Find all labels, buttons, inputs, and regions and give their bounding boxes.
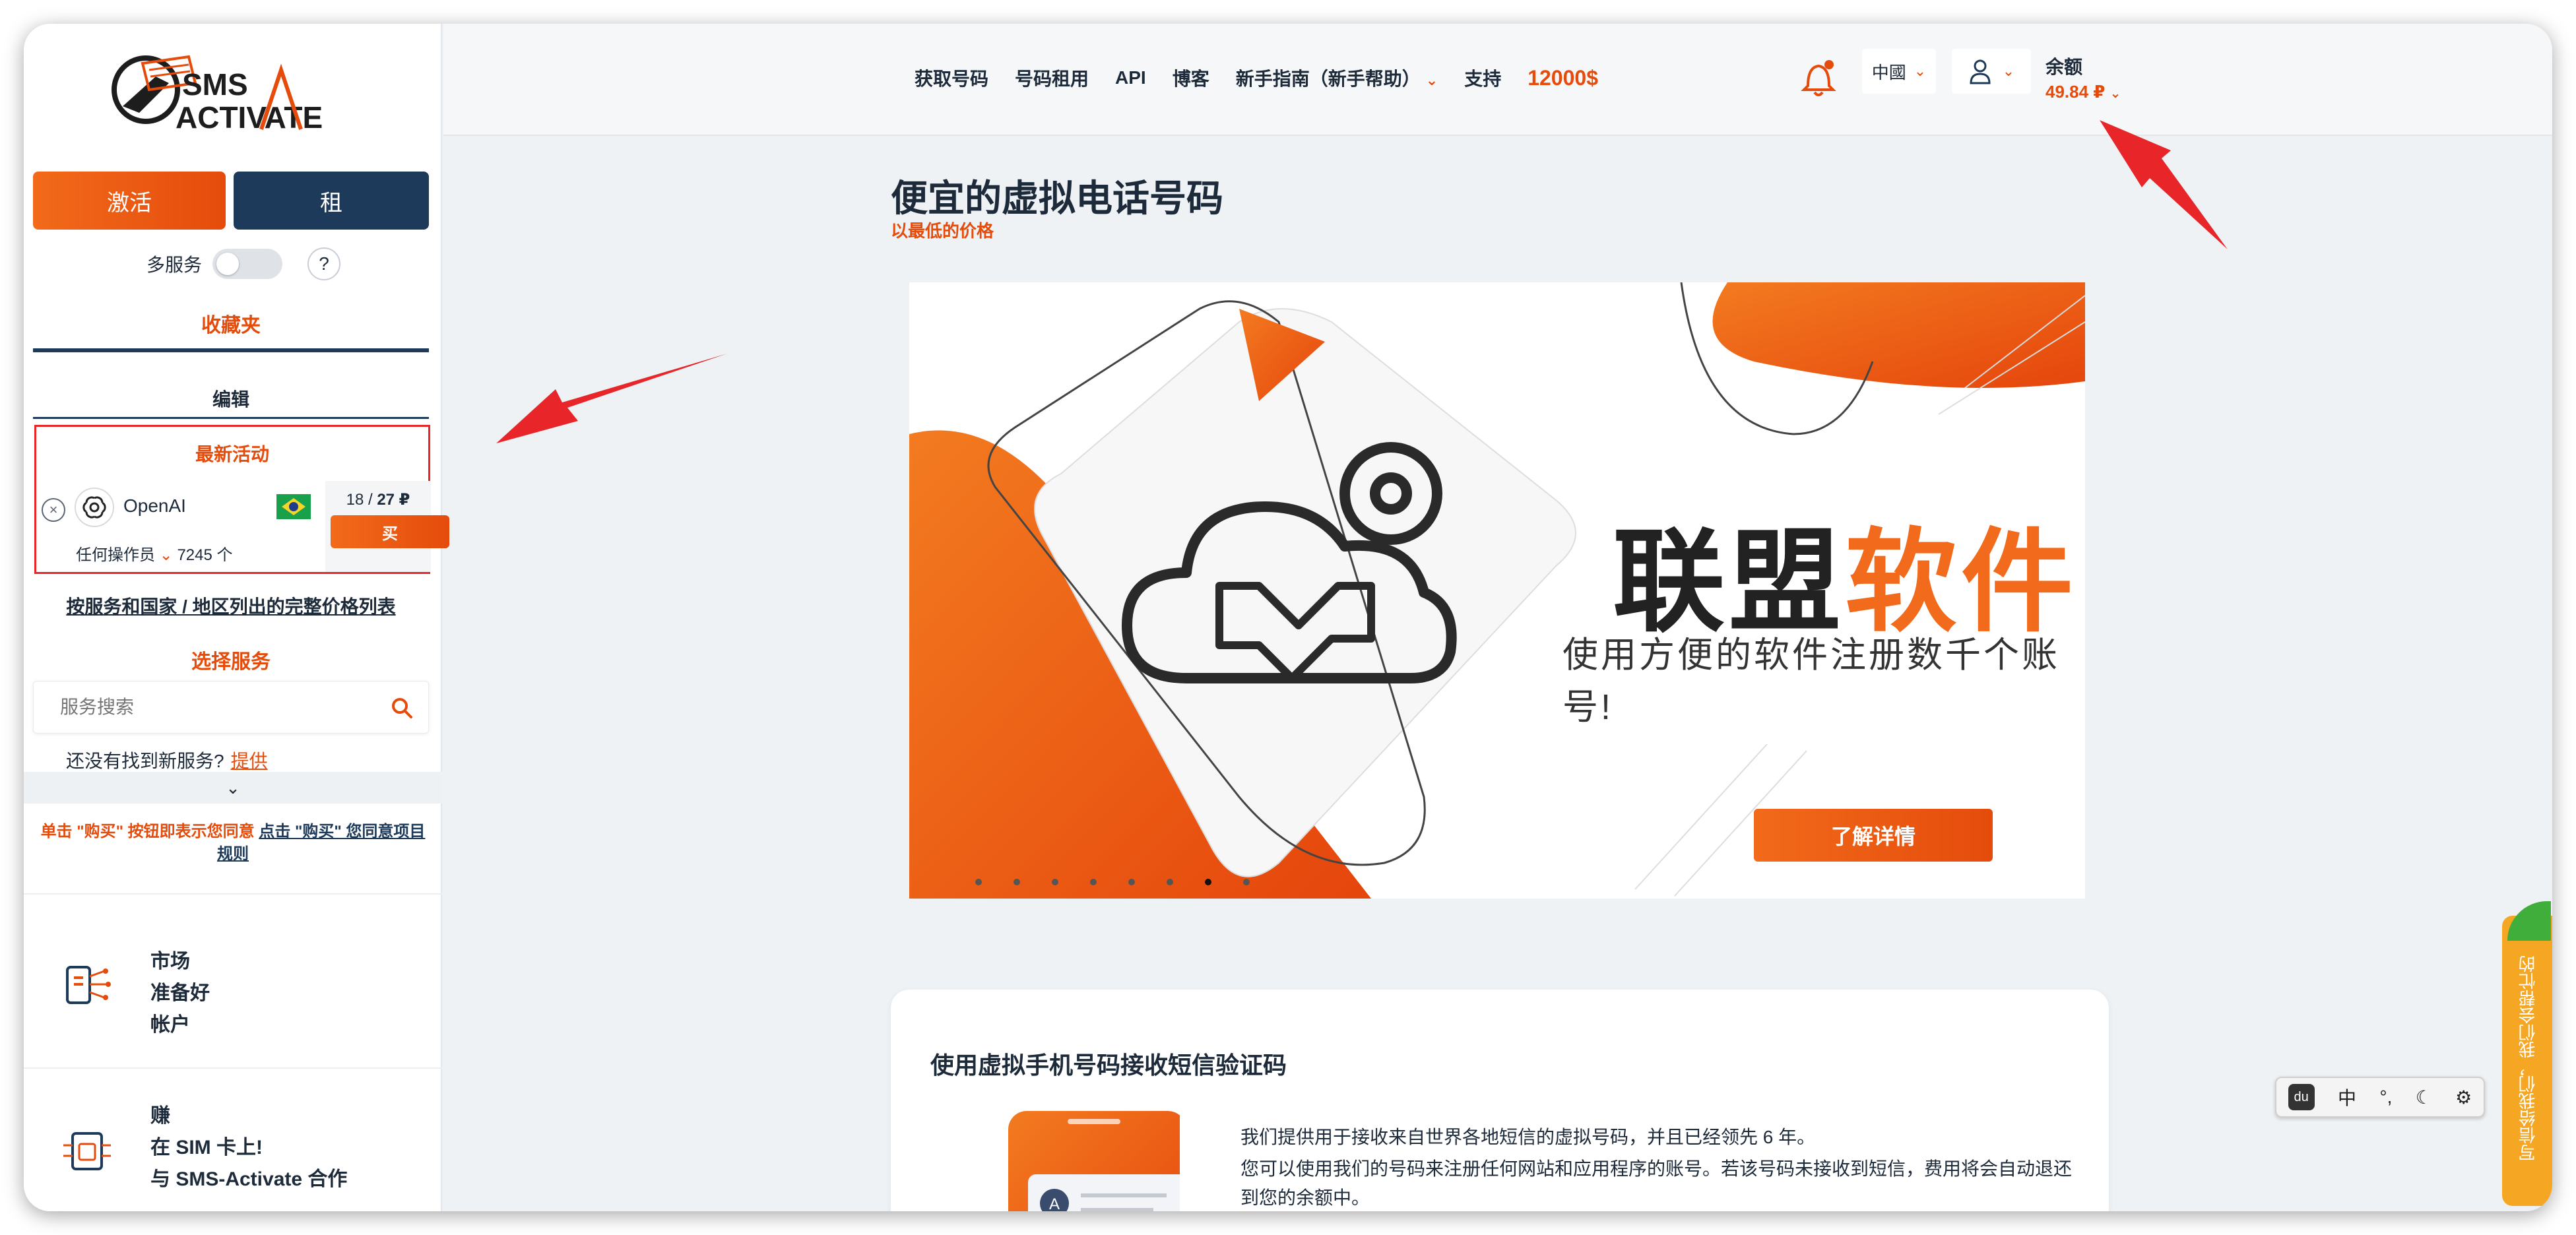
- ime-punctuation-toggle[interactable]: °,: [2379, 1087, 2392, 1108]
- market-promo-text: 市场 准备好 帐户: [150, 951, 210, 1036]
- service-search-input[interactable]: [60, 697, 364, 718]
- choose-service-heading: 选择服务: [191, 651, 271, 673]
- page-title: 便宜的虚拟电话号码: [891, 177, 1223, 219]
- service-name: OpenAI: [123, 495, 186, 516]
- nav-promo-amount[interactable]: 12000$: [1528, 66, 1598, 90]
- service-search-box: [33, 681, 429, 734]
- brazil-flag-icon: [276, 494, 311, 519]
- multi-service-label: 多服务: [146, 255, 203, 275]
- phone-sms-illustration: A: [1008, 1111, 1180, 1211]
- recent-activity-box: 最新活动 × OpenAI 18 / 27 ₽ 买 任何操作员 ⌄ 7245 个: [34, 425, 449, 574]
- carousel-dot[interactable]: [1167, 879, 1173, 885]
- carousel-dot-active[interactable]: [1205, 879, 1211, 885]
- nav-api[interactable]: API: [1115, 67, 1146, 88]
- page-subtitle: 以最低的价格: [891, 221, 994, 241]
- ime-chinese-toggle[interactable]: 中: [2338, 1084, 2356, 1110]
- favorites-tab[interactable]: 收藏夹: [33, 309, 429, 338]
- moon-icon[interactable]: ☾: [2416, 1087, 2432, 1108]
- sidebar: SMS ACTIVATE 激活 租 多服务 ? 收藏夹 编辑 最新活动 × Op…: [24, 24, 449, 1211]
- service-not-found: 还没有找到新服务? 提供: [66, 751, 268, 771]
- tab-divider: [33, 348, 429, 352]
- info-card-title: 使用虚拟手机号码接收短信验证码: [930, 1052, 1287, 1079]
- carousel-dot[interactable]: [1014, 879, 1020, 885]
- balance-value[interactable]: 49.84 ₽ ⌄: [2045, 82, 2121, 102]
- nav-support[interactable]: 支持: [1464, 65, 1501, 91]
- carousel-dots[interactable]: [975, 879, 1250, 885]
- bell-icon[interactable]: [1799, 54, 1838, 100]
- carousel-dot[interactable]: [1052, 879, 1058, 885]
- edit-tab[interactable]: 编辑: [33, 385, 429, 412]
- banner-subtitle: 使用方便的软件注册数千个账号!: [1562, 635, 2060, 727]
- help-button[interactable]: ?: [307, 247, 341, 280]
- recent-activity-title: 最新活动: [195, 444, 269, 464]
- top-header: 获取号码 号码租用 API 博客 新手指南（新手帮助） ⌄ 支持 12000$ 中…: [443, 24, 2552, 136]
- carousel-dot[interactable]: [1128, 879, 1135, 885]
- contact-side-tab-label: 写信给我们，我们会帮忙的: [2518, 955, 2538, 1161]
- ime-toolbar: du 中 °, ☾ ⚙: [2275, 1077, 2485, 1118]
- openai-icon: [75, 488, 114, 527]
- promo-banner[interactable]: 联盟软件 使用方便的软件注册数千个账号! 了解详情: [909, 282, 2085, 899]
- info-card-paragraph: 我们提供用于接收来自世界各地短信的虚拟号码，并且已经领先 6 年。: [1240, 1127, 1816, 1147]
- sim-partner-text: 赚在 SIM 卡上! 与 SMS-Activate 合作: [150, 1105, 348, 1190]
- learn-more-button[interactable]: 了解详情: [1754, 809, 1993, 862]
- user-icon: [1970, 59, 1991, 84]
- buy-button[interactable]: 买: [331, 515, 449, 548]
- suggest-service-link[interactable]: 提供: [231, 751, 268, 771]
- info-card-paragraph: 您可以使用我们的号码来注册任何网站和应用程序的账号。若该号码未接收到短信，费用将…: [1240, 1158, 2073, 1208]
- price-box: 18 / 27 ₽ 买: [325, 481, 449, 572]
- carousel-dot[interactable]: [1243, 879, 1250, 885]
- du-logo-icon[interactable]: du: [2288, 1084, 2315, 1110]
- remove-icon[interactable]: ×: [42, 498, 65, 522]
- expand-chevron-icon[interactable]: ⌄: [24, 772, 442, 804]
- nav-guide[interactable]: 新手指南（新手帮助） ⌄: [1236, 65, 1438, 91]
- sim-partner-promo[interactable]: 赚在 SIM 卡上! 与 SMS-Activate 合作: [24, 1067, 442, 1211]
- operator-select[interactable]: 任何操作员 ⌄ 7245 个: [76, 542, 233, 565]
- user-menu[interactable]: ⌄: [1952, 49, 2031, 94]
- rules-link[interactable]: 规则: [217, 845, 249, 863]
- svg-text:ACTIVATE: ACTIVATE: [176, 100, 323, 135]
- tab-divider: [33, 417, 429, 419]
- multi-service-toggle[interactable]: [212, 249, 283, 279]
- main-nav: 获取号码 号码租用 API 博客 新手指南（新手帮助） ⌄ 支持 12000$: [915, 65, 1598, 91]
- svg-text:SMS: SMS: [182, 67, 248, 102]
- search-icon[interactable]: [389, 695, 415, 721]
- price-text: 18 / 27 ₽: [346, 491, 410, 509]
- full-price-list-link[interactable]: 按服务和国家 / 地区列出的完整价格列表: [33, 592, 429, 619]
- gear-icon[interactable]: ⚙: [2455, 1087, 2472, 1108]
- nav-rent-number[interactable]: 号码租用: [1015, 65, 1089, 91]
- activate-tab-button[interactable]: 激活: [33, 172, 226, 230]
- terms-link[interactable]: 点击 "购买" 您同意项目: [259, 823, 425, 840]
- nav-get-number[interactable]: 获取号码: [915, 65, 988, 91]
- carousel-dot[interactable]: [1090, 879, 1097, 885]
- language-select[interactable]: 中國 ⌄: [1862, 49, 1936, 94]
- multi-service-row: 多服务 ?: [146, 245, 341, 282]
- sim-card-icon: [63, 1132, 111, 1170]
- browser-window: SMS ACTIVATE 激活 租 多服务 ? 收藏夹 编辑 最新活动 × Op…: [24, 24, 2552, 1211]
- leaf-icon: [2507, 901, 2551, 941]
- market-promo[interactable]: 市场 准备好 帐户: [24, 893, 442, 1067]
- contact-side-tab[interactable]: 写信给我们，我们会帮忙的: [2502, 901, 2552, 1206]
- chevron-down-icon: ⌄: [1425, 72, 1438, 88]
- carousel-dot[interactable]: [975, 879, 982, 885]
- chevron-down-icon: ⌄: [2002, 63, 2015, 79]
- info-card: 使用虚拟手机号码接收短信验证码 A 我们提供用于接收来自世界各地短信的虚拟号码，…: [891, 990, 2109, 1211]
- chevron-down-icon: ⌄: [1914, 63, 1927, 79]
- terms-agreement: 单击 "购买" 按钮即表示您同意 点击 "购买" 您同意项目 规则: [40, 823, 426, 863]
- balance-label: 余额: [2045, 57, 2083, 77]
- available-count: 7245 个: [177, 546, 233, 564]
- sms-activate-logo[interactable]: SMS ACTIVATE: [110, 44, 373, 149]
- svg-text:A: A: [1049, 1195, 1060, 1211]
- rent-tab-button[interactable]: 租: [234, 172, 429, 230]
- nav-blog[interactable]: 博客: [1173, 65, 1209, 91]
- phone-market-icon: [66, 966, 111, 1004]
